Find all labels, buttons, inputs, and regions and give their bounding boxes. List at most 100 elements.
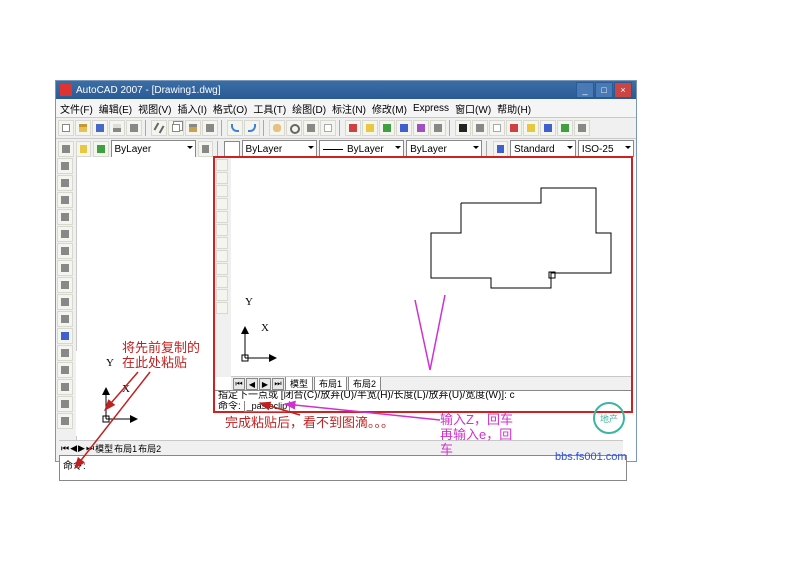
arc-tool[interactable] <box>57 226 73 242</box>
copy-button[interactable] <box>168 120 184 136</box>
rectangle-tool[interactable] <box>57 209 73 225</box>
close-button[interactable]: × <box>614 82 632 98</box>
tab-layout2[interactable]: 布局2 <box>348 377 381 391</box>
inner-drawing-area[interactable]: Y X <box>231 158 631 377</box>
tool-button[interactable] <box>489 120 505 136</box>
tool-button[interactable] <box>216 237 228 249</box>
polyline-tool[interactable] <box>57 175 73 191</box>
title-bar[interactable]: AutoCAD 2007 - [Drawing1.dwg] _ □ × <box>56 81 636 99</box>
tool-button[interactable] <box>216 172 228 184</box>
table-tool[interactable] <box>57 396 73 412</box>
tool-button[interactable] <box>216 211 228 223</box>
floorplan-shape <box>401 178 621 308</box>
tab-layout2[interactable]: 布局2 <box>138 442 161 455</box>
color-swatch[interactable] <box>224 141 240 157</box>
line-tool[interactable] <box>57 158 73 174</box>
menu-tools[interactable]: 工具(T) <box>253 101 286 116</box>
region-tool[interactable] <box>57 379 73 395</box>
text-a-tool[interactable] <box>57 328 73 344</box>
tab-last-button[interactable]: ⏭ <box>272 378 284 390</box>
pan-button[interactable] <box>269 120 285 136</box>
tool-button[interactable] <box>216 302 228 314</box>
minimize-button[interactable]: _ <box>576 82 594 98</box>
tab-next-button[interactable]: ▶ <box>259 378 271 390</box>
zoom-prev-button[interactable] <box>303 120 319 136</box>
tool-button[interactable] <box>557 120 573 136</box>
ellipse-tool[interactable] <box>57 277 73 293</box>
layer-freeze-icon[interactable] <box>93 141 109 157</box>
tab-layout1[interactable]: 布局1 <box>314 377 347 391</box>
menu-view[interactable]: 视图(V) <box>138 101 171 116</box>
separator <box>263 120 266 136</box>
tool-button[interactable] <box>57 413 73 429</box>
hatch-tool[interactable] <box>57 294 73 310</box>
tool-button[interactable] <box>455 120 471 136</box>
tool-button[interactable] <box>413 120 429 136</box>
match-prop-button[interactable] <box>202 120 218 136</box>
tool-button[interactable] <box>216 276 228 288</box>
open-button[interactable] <box>75 120 91 136</box>
tool-button[interactable] <box>523 120 539 136</box>
paste-button[interactable] <box>185 120 201 136</box>
menu-edit[interactable]: 编辑(E) <box>99 101 132 116</box>
menu-format[interactable]: 格式(O) <box>213 101 247 116</box>
save-button[interactable] <box>92 120 108 136</box>
menu-help[interactable]: 帮助(H) <box>497 101 531 116</box>
tab-next-button[interactable]: ▶ <box>78 443 85 454</box>
tool-button[interactable] <box>216 224 228 236</box>
circle-tool[interactable] <box>57 243 73 259</box>
cut-button[interactable] <box>151 120 167 136</box>
maximize-button[interactable]: □ <box>595 82 613 98</box>
help-button[interactable] <box>574 120 590 136</box>
menu-draw[interactable]: 绘图(D) <box>292 101 326 116</box>
inner-command-window[interactable]: 指定下一点或 [闭合(C)/放弃(U)/半宽(H)/长度(L)/放弃(U)/宽度… <box>215 390 631 411</box>
new-button[interactable] <box>58 120 74 136</box>
tab-model[interactable]: 模型 <box>285 377 313 391</box>
menu-dimension[interactable]: 标注(N) <box>332 101 366 116</box>
outer-command-window[interactable]: 命令: <box>59 455 627 481</box>
tool-button[interactable] <box>216 263 228 275</box>
layer-state-icon[interactable] <box>76 141 92 157</box>
tab-last-button[interactable]: ⏭ <box>86 443 94 454</box>
tab-first-button[interactable]: ⏮ <box>61 443 69 454</box>
app-icon <box>60 84 72 96</box>
layer-icon[interactable] <box>58 141 74 157</box>
menu-file[interactable]: 文件(F) <box>60 101 93 116</box>
tab-prev-button[interactable]: ◀ <box>70 443 77 454</box>
tool-button[interactable] <box>472 120 488 136</box>
tool-button[interactable] <box>362 120 378 136</box>
tool-button[interactable] <box>540 120 556 136</box>
undo-button[interactable] <box>227 120 243 136</box>
tool-button[interactable] <box>379 120 395 136</box>
text-tool[interactable] <box>57 311 73 327</box>
tool-button[interactable] <box>345 120 361 136</box>
tool-button[interactable] <box>216 185 228 197</box>
point-tool[interactable] <box>57 362 73 378</box>
tab-prev-button[interactable]: ◀ <box>246 378 258 390</box>
layer-combo[interactable]: ByLayer <box>111 140 196 158</box>
menu-express[interactable]: Express <box>413 103 449 114</box>
tool-button[interactable] <box>216 198 228 210</box>
tab-model[interactable]: 模型 <box>95 442 113 455</box>
layer-tool-button[interactable] <box>198 141 214 157</box>
tool-button[interactable] <box>216 289 228 301</box>
style-icon[interactable] <box>493 141 509 157</box>
zoom-button[interactable] <box>286 120 302 136</box>
plot-preview-button[interactable] <box>126 120 142 136</box>
tool-button[interactable] <box>216 250 228 262</box>
menu-modify[interactable]: 修改(M) <box>372 101 407 116</box>
block-tool[interactable] <box>57 345 73 361</box>
tab-layout1[interactable]: 布局1 <box>114 442 137 455</box>
tab-first-button[interactable]: ⏮ <box>233 378 245 390</box>
menu-insert[interactable]: 插入(I) <box>177 101 206 116</box>
tool-button[interactable] <box>216 159 228 171</box>
print-button[interactable] <box>109 120 125 136</box>
spline-tool[interactable] <box>57 260 73 276</box>
tool-button[interactable] <box>430 120 446 136</box>
menu-window[interactable]: 窗口(W) <box>455 101 491 116</box>
properties-button[interactable] <box>320 120 336 136</box>
redo-button[interactable] <box>244 120 260 136</box>
tool-button[interactable] <box>506 120 522 136</box>
polygon-tool[interactable] <box>57 192 73 208</box>
tool-button[interactable] <box>396 120 412 136</box>
